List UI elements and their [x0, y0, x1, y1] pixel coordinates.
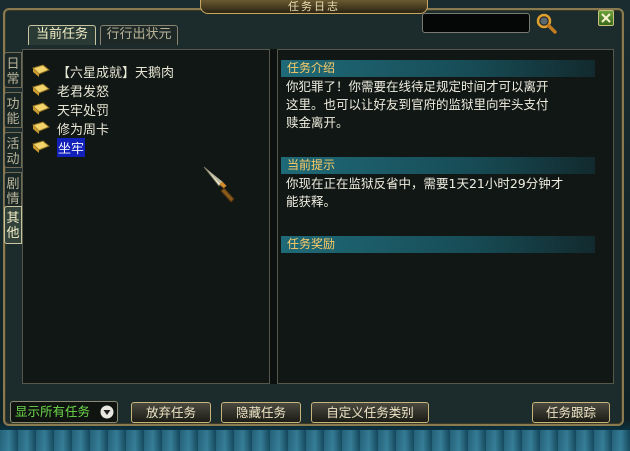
custom-category-button[interactable]: 自定义任务类别: [311, 402, 429, 423]
intro-line: 你犯罪了！你需要在线待足规定时间才可以离开: [286, 79, 549, 94]
task-detail: 任务介绍 你犯罪了！你需要在线待足规定时间才可以离开 这里。也可以让好友到官府的…: [277, 49, 614, 384]
section-header-reward: 任务奖励: [281, 236, 595, 253]
task-item-selected[interactable]: 坐牢: [31, 137, 86, 157]
tab-current-tasks[interactable]: 当前任务: [28, 25, 96, 45]
tab-career[interactable]: 行行出状元: [100, 25, 178, 45]
filter-label: 显示所有任务: [15, 404, 91, 419]
scroll-icon: [32, 102, 50, 115]
intro-line: 赎金离开。: [286, 115, 349, 130]
hint-text: 你现在正在监狱反省中，需要1天21小时29分钟才 能获释。: [286, 175, 598, 211]
abandon-task-button[interactable]: 放弃任务: [131, 402, 211, 423]
hide-task-button[interactable]: 隐藏任务: [221, 402, 301, 423]
side-tab-daily[interactable]: 日常: [4, 52, 22, 88]
task-filter-dropdown[interactable]: 显示所有任务: [10, 401, 118, 423]
track-task-button[interactable]: 任务跟踪: [532, 402, 610, 423]
pane-divider: [270, 49, 277, 384]
section-header-hint: 当前提示: [281, 157, 595, 174]
close-icon: [601, 13, 611, 23]
scroll-icon: [32, 140, 50, 153]
task-label: 天牢处罚: [57, 103, 110, 119]
task-item[interactable]: 【六星成就】天鹅肉: [31, 62, 175, 81]
task-item[interactable]: 天牢处罚: [31, 100, 110, 119]
task-label: 修为周卡: [57, 122, 110, 138]
section-header-intro: 任务介绍: [281, 60, 595, 77]
scroll-icon: [32, 83, 50, 96]
scroll-icon: [32, 121, 50, 134]
task-item[interactable]: 修为周卡: [31, 119, 110, 138]
scroll-icon: [32, 64, 50, 77]
dagger-cursor-icon: [203, 166, 235, 203]
search-input[interactable]: [422, 13, 530, 33]
task-label: 坐牢: [57, 137, 86, 157]
task-label: 老君发怒: [57, 84, 110, 100]
hint-line: 能获释。: [286, 194, 337, 209]
side-tab-other[interactable]: 其他: [4, 206, 22, 244]
intro-line: 这里。也可以让好友到官府的监狱里向牢头支付: [286, 97, 549, 112]
hint-line: 你现在正在监狱反省中，需要1天21小时29分钟才: [286, 176, 564, 191]
window-title: 任务日志: [200, 0, 428, 14]
side-tab-event[interactable]: 活动: [4, 132, 22, 168]
side-tab-story[interactable]: 剧情: [4, 172, 22, 208]
game-floor-tiles: [0, 430, 630, 451]
close-button[interactable]: [598, 10, 614, 26]
task-list: 【六星成就】天鹅肉 老君发怒 天牢处罚 修为周卡 坐牢: [22, 49, 270, 384]
magnifier-icon[interactable]: [535, 12, 557, 34]
task-item[interactable]: 老君发怒: [31, 81, 110, 100]
chevron-down-icon: [100, 405, 114, 419]
side-tab-function[interactable]: 功能: [4, 92, 22, 128]
task-label: 【六星成就】天鹅肉: [57, 65, 175, 81]
intro-text: 你犯罪了！你需要在线待足规定时间才可以离开 这里。也可以让好友到官府的监狱里向牢…: [286, 78, 598, 132]
